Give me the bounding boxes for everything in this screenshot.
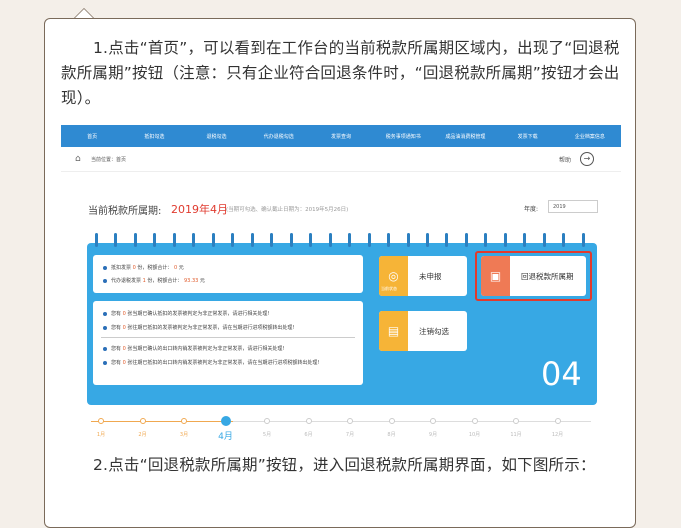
timeline-dot[interactable] — [554, 418, 561, 424]
period-note: (当期可勾选、确认截止日期为：2019年5月26日) — [226, 207, 349, 213]
timeline-dot[interactable] — [471, 418, 478, 424]
content-card: 1.点击“首页”，可以看到在工作台的当前税款所属期区域内，出现了“回退税款所属期… — [44, 9, 636, 528]
period-title: 当前税款所属期: — [88, 206, 162, 217]
timeline-month-label[interactable]: 10月 — [465, 431, 485, 438]
help-link[interactable]: 帮助 — [559, 155, 571, 164]
timeline-month-label[interactable]: 2月 — [133, 431, 153, 438]
paragraph-1: 1.点击“首页”，可以看到在工作台的当前税款所属期区域内，出现了“回退税款所属期… — [61, 39, 620, 107]
notice-item[interactable]: 您有 0 张当期已确认的出口转内销发票被判定为非正常发票，请进行相关处理! — [103, 345, 284, 352]
callout-notch-inner — [75, 9, 93, 18]
nav-item-notice[interactable]: 税务事项通知书 — [372, 133, 434, 140]
timeline-month-label[interactable]: 6月 — [299, 431, 319, 438]
year-input[interactable]: 2019 — [548, 200, 598, 213]
timeline-month-label[interactable]: 7月 — [340, 431, 360, 438]
timeline-dot[interactable] — [513, 418, 519, 424]
timeline-month-label[interactable]: 11月 — [506, 431, 526, 438]
timeline-month-label[interactable]: 12月 — [548, 431, 568, 438]
timeline-month-label[interactable]: 5月 — [257, 431, 277, 438]
document-icon: ▤ — [379, 311, 408, 351]
timeline-month-label[interactable]: 3月 — [174, 431, 194, 438]
notice-item[interactable]: 您有 0 张当期已确认抵扣的发票被判定为非正常发票，请进行相关处理! — [103, 310, 269, 317]
nav-item-refund[interactable]: 退税勾选 — [185, 133, 247, 140]
summary-line-agent: 代办退税发票 1 份，税额合计： 93.33 元 — [103, 277, 205, 284]
notice-box: 您有 0 张当期已确认抵扣的发票被判定为非正常发票，请进行相关处理! 您有 0 … — [93, 301, 363, 385]
period-value: 2019年4月 — [171, 203, 228, 216]
undeclared-tile: ◎ 当前状态 未申报 — [379, 256, 467, 296]
highlight-frame — [475, 251, 592, 301]
breadcrumb: ⌂ 当前位置：首页 帮助 → — [61, 147, 621, 172]
timeline-dot[interactable] — [430, 418, 436, 424]
undeclared-label: 未申报 — [419, 272, 442, 281]
timeline-dot[interactable] — [98, 418, 104, 424]
nav-item-deduct[interactable]: 抵扣勾选 — [123, 133, 185, 140]
breadcrumb-label: 当前位置：首页 — [91, 157, 127, 163]
year-label: 年度: — [524, 206, 539, 213]
timeline-month-label[interactable]: 8月 — [382, 431, 402, 438]
timeline-month-label[interactable]: 1月 — [91, 431, 111, 438]
timeline-dot[interactable] — [181, 418, 187, 424]
nav-item-invoice-download[interactable]: 发票下载 — [497, 133, 559, 140]
divider — [101, 337, 355, 338]
timeline-dot[interactable] — [220, 416, 231, 426]
summary-line-deduct: 抵扣发票 0 份，税额合计： 0 元 — [103, 264, 184, 271]
timeline-dot[interactable] — [347, 418, 353, 424]
timeline-month-label[interactable]: 4月 — [216, 429, 236, 442]
cancel-selection-button[interactable]: ▤ 注销勾选 — [379, 311, 467, 351]
summary-box: 抵扣发票 0 份，税额合计： 0 元 代办退税发票 1 份，税额合计： 93.3… — [93, 255, 363, 293]
nav-item-agent-refund[interactable]: 代办退税勾选 — [248, 133, 310, 140]
month-number: 04 — [541, 355, 582, 393]
calendar-rings — [95, 233, 585, 247]
nav-item-company-info[interactable]: 企业档案信息 — [559, 133, 621, 140]
top-nav: 首页 抵扣勾选 退税勾选 代办退税勾选 发票查询 税务事项通知书 成品油消费税管… — [61, 125, 621, 147]
cancel-selection-label: 注销勾选 — [419, 327, 449, 336]
notice-item[interactable]: 您有 0 张往期已抵扣的出口转内销发票被判定为非正常发票，请在当期进行进项税额转… — [103, 359, 319, 366]
notice-item[interactable]: 您有 0 张往期已抵扣的发票被判定为非正常发票，请在当期进行进项税额转出处理! — [103, 324, 294, 331]
embedded-screenshot: 首页 抵扣勾选 退税勾选 代办退税勾选 发票查询 税务事项通知书 成品油消费税管… — [61, 125, 621, 447]
home-icon: ⌂ — [75, 154, 81, 164]
timeline-progress — [91, 421, 233, 422]
timeline-dot[interactable] — [305, 418, 312, 424]
status-badge: 当前状态 — [381, 286, 397, 291]
timeline-dot[interactable] — [388, 418, 395, 424]
nav-item-home[interactable]: 首页 — [61, 133, 123, 140]
timeline-dot[interactable] — [264, 418, 270, 424]
timeline-month-label[interactable]: 9月 — [423, 431, 443, 438]
timeline-dot[interactable] — [139, 418, 146, 424]
paragraph-2: 2.点击“回退税款所属期”按钮，进入回退税款所属期界面，如下图所示： — [93, 456, 596, 474]
nav-item-oil-tax[interactable]: 成品油消费税管理 — [434, 133, 496, 140]
arrow-right-icon[interactable]: → — [580, 152, 594, 166]
nav-item-invoice-query[interactable]: 发票查询 — [310, 133, 372, 140]
